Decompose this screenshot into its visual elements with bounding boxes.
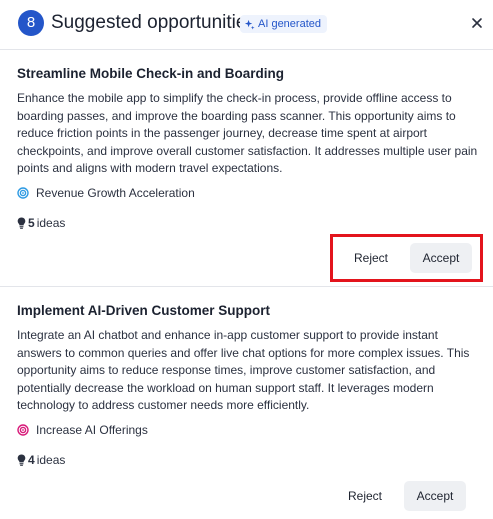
ideas-label: ideas: [36, 453, 66, 467]
goal-tag[interactable]: Revenue Growth Acceleration: [17, 186, 195, 200]
opportunity-title: Streamline Mobile Check-in and Boarding: [17, 66, 285, 81]
ai-generated-badge: AI generated: [240, 15, 327, 33]
close-icon: [472, 18, 482, 28]
goal-tag-label: Revenue Growth Acceleration: [36, 186, 195, 200]
opportunity-card: Streamline Mobile Check-in and Boarding …: [0, 50, 493, 287]
ideas-count[interactable]: 4 ideas: [17, 453, 65, 467]
opportunity-description: Integrate an AI chatbot and enhance in-a…: [17, 328, 470, 412]
accept-button[interactable]: Accept: [410, 243, 472, 273]
highlighted-actions: Reject Accept: [330, 234, 483, 282]
accept-button[interactable]: Accept: [404, 481, 466, 511]
reject-button[interactable]: Reject: [336, 481, 394, 511]
close-button[interactable]: [468, 14, 486, 32]
ai-badge-label: AI generated: [258, 18, 321, 30]
opportunity-description: Enhance the mobile app to simplify the c…: [17, 91, 478, 175]
reject-button[interactable]: Reject: [342, 243, 400, 273]
ideas-count[interactable]: 5 ideas: [17, 216, 65, 230]
dialog-title: Suggested opportunities: [51, 12, 256, 33]
sparkle-icon: [244, 19, 255, 30]
target-icon: [17, 187, 29, 199]
dialog-header: 8 Suggested opportunities AI generated: [0, 0, 493, 50]
ideas-number: 5: [28, 216, 35, 230]
lightbulb-icon: [17, 217, 26, 229]
lightbulb-icon: [17, 454, 26, 466]
opportunity-card: Implement AI-Driven Customer Support Int…: [0, 287, 493, 519]
card-actions: Reject Accept: [333, 481, 480, 511]
goal-tag[interactable]: Increase AI Offerings: [17, 423, 148, 437]
target-icon: [17, 424, 29, 436]
count-badge: 8: [18, 10, 44, 36]
ideas-number: 4: [28, 453, 35, 467]
opportunity-title: Implement AI-Driven Customer Support: [17, 303, 271, 318]
goal-tag-label: Increase AI Offerings: [36, 423, 148, 437]
ideas-label: ideas: [36, 216, 66, 230]
